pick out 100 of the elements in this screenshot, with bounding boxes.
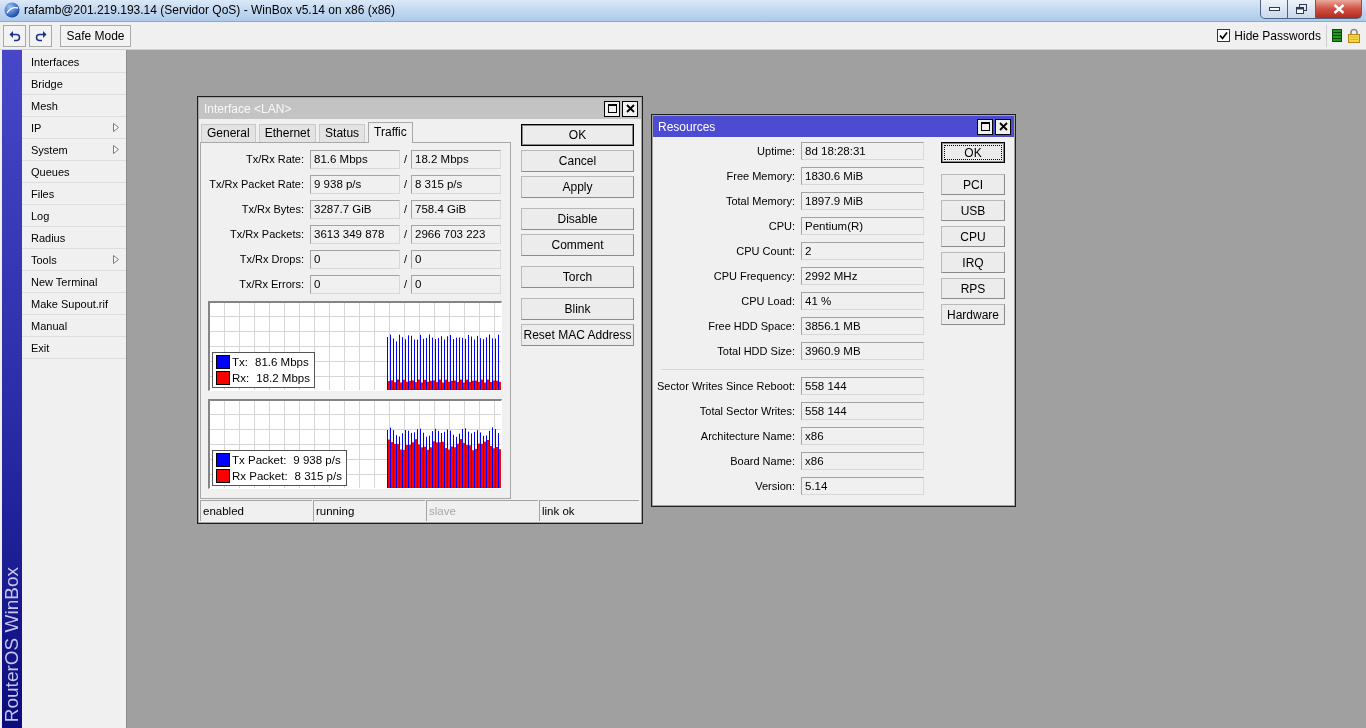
value-field: Pentium(R) [801,217,924,235]
value-field: 2992 MHz [801,267,924,285]
undo-button[interactable] [3,24,26,47]
value-field: x86 [801,452,924,470]
submenu-arrow-icon [113,145,119,154]
hardware-button[interactable]: Hardware [941,304,1005,325]
field-label: Version: [755,479,795,494]
ok-button[interactable]: OK [941,142,1005,163]
menu-item[interactable]: Interfaces [22,51,126,73]
tab[interactable]: Status [319,124,366,142]
menu-item[interactable]: Queues [22,161,126,183]
minimize-button[interactable] [1260,0,1288,19]
menu-item[interactable]: Files [22,183,126,205]
rps-button[interactable]: RPS [941,278,1005,299]
field-label: CPU: [768,219,795,234]
legend-value: 8 315 p/s [294,469,342,483]
disable-button[interactable]: Disable [521,208,634,230]
field-label: CPU Load: [741,294,795,309]
tab[interactable]: Ethernet [258,124,317,142]
reset-mac-address-button[interactable]: Reset MAC Address [521,324,634,346]
legend-label: Rx: [232,371,250,385]
window-title: Resources [658,119,716,134]
field-label: Tx/Rx Packet Rate: [209,177,304,192]
maximize-button[interactable] [977,118,993,135]
legend-label: Tx Packet: [232,453,287,467]
legend-value: 9 938 p/s [293,453,341,467]
window-title: rafamb@201.219.193.14 (Servidor QoS) - WinBox v5.14 on x86 (x86) [24,2,396,19]
apply-button[interactable]: Apply [521,176,634,198]
menu-item[interactable]: Log [22,205,126,227]
rx-value-field: 18.2 Mbps [411,150,501,169]
value-field: 3960.9 MB [801,342,924,360]
usb-button[interactable]: USB [941,200,1005,221]
field-label: Uptime: [757,144,795,159]
menu-item[interactable]: Bridge [22,73,126,95]
tx-value-field: 0 [310,275,400,294]
close-button[interactable] [995,118,1011,135]
cpu-button[interactable]: CPU [941,226,1005,247]
field-label: Total Memory: [725,194,795,209]
ok-button[interactable]: OK [521,124,634,146]
legend-label: Tx: [232,355,248,369]
pci-button[interactable]: PCI [941,174,1005,195]
menu-item[interactable]: Exit [22,337,126,359]
legend-value: 81.6 Mbps [255,355,309,369]
tx-value-field: 81.6 Mbps [310,150,400,169]
safe-mode-button[interactable]: Safe Mode [60,24,131,47]
value-field: 2 [801,242,924,260]
slash-separator: / [403,252,408,267]
redo-button[interactable] [29,24,52,47]
close-icon [998,122,1008,131]
maximize-icon [980,122,990,131]
cancel-button[interactable]: Cancel [521,150,634,172]
maximize-icon [607,104,617,113]
value-field: 558 144 [801,377,924,395]
status-field: slave [426,500,538,521]
field-label: Tx/Rx Drops: [239,252,304,267]
irq-button[interactable]: IRQ [941,252,1005,273]
status-field: running [313,500,425,521]
torch-button[interactable]: Torch [521,266,634,288]
brand-label: RouterOS WinBox [2,566,22,722]
status-field: link ok [539,500,639,521]
field-label: Free HDD Space: [708,319,795,334]
field-label: Sector Writes Since Reboot: [657,379,795,394]
legend-value: 18.2 Mbps [256,371,310,385]
slash-separator: / [403,152,408,167]
tab[interactable]: Traffic [368,122,413,143]
menu-item[interactable]: Make Supout.rif [22,293,126,315]
field-label: Architecture Name: [700,429,795,444]
field-label: Board Name: [730,454,795,469]
undo-icon [8,29,21,42]
hide-passwords-checkbox[interactable] [1217,29,1231,42]
tx-value-field: 3287.7 GiB [310,200,400,219]
close-icon [625,104,635,113]
checkmark-icon [1219,31,1229,40]
rx-value-field: 2966 703 223 [411,225,501,244]
restore-icon [1296,4,1307,14]
menu-item[interactable]: Tools [22,249,126,271]
slash-separator: / [403,202,408,217]
submenu-arrow-icon [113,255,119,264]
close-button[interactable] [1316,0,1362,19]
field-label: Total Sector Writes: [699,404,795,419]
field-label: CPU Count: [736,244,795,259]
value-field: x86 [801,427,924,445]
rx-value-field: 8 315 p/s [411,175,501,194]
menu-item[interactable]: Radius [22,227,126,249]
comment-button[interactable]: Comment [521,234,634,256]
menu-item[interactable]: IP [22,117,126,139]
menu-item[interactable]: Mesh [22,95,126,117]
field-label: Tx/Rx Rate: [245,152,304,167]
blink-button[interactable]: Blink [521,298,634,320]
menu-item[interactable]: Manual [22,315,126,337]
tab[interactable]: General [201,124,256,142]
restore-button[interactable] [1288,0,1316,19]
menu-item[interactable]: New Terminal [22,271,126,293]
value-field: 1897.9 MiB [801,192,924,210]
sphere-icon [4,2,20,18]
tx-value-field: 9 938 p/s [310,175,400,194]
field-label: Tx/Rx Packets: [230,227,304,242]
menu-item[interactable]: System [22,139,126,161]
value-field: 3856.1 MB [801,317,924,335]
value-field: 41 % [801,292,924,310]
